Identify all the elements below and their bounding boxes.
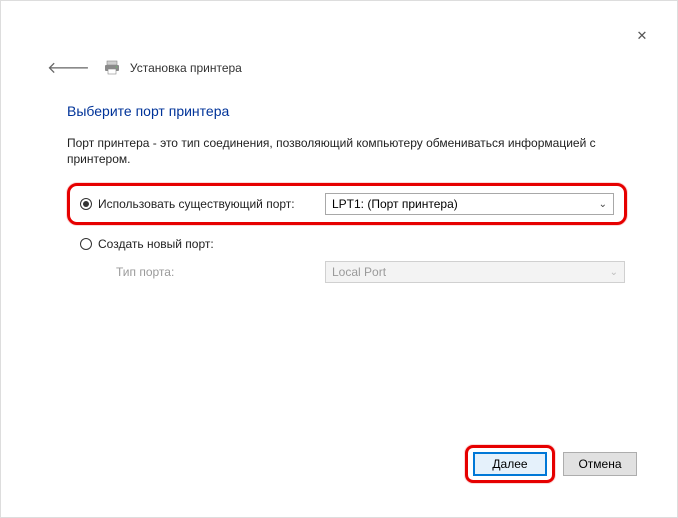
printer-wizard-window: ✕ 🡐 Установка принтера Выберите порт при… [29, 25, 655, 495]
create-new-port-row: Создать новый порт: [67, 237, 627, 251]
wizard-title: Установка принтера [130, 61, 242, 75]
next-button[interactable]: Далее [473, 452, 547, 476]
wizard-footer: Далее Отмена [465, 445, 637, 483]
port-type-value: Local Port [332, 265, 386, 279]
cancel-button[interactable]: Отмена [563, 452, 637, 476]
close-icon[interactable]: ✕ [635, 29, 649, 43]
port-options: Использовать существующий порт: LPT1: (П… [67, 183, 627, 283]
page-description: Порт принтера - это тип соединения, позв… [67, 135, 625, 167]
create-new-port-label: Создать новый порт: [98, 237, 214, 251]
wizard-header: 🡐 Установка принтера [43, 55, 242, 80]
use-existing-port-label: Использовать существующий порт: [98, 197, 295, 211]
back-arrow-icon[interactable]: 🡐 [43, 55, 94, 80]
radio-unchecked-icon [80, 238, 92, 250]
chevron-down-icon: ⌄ [610, 267, 618, 278]
port-type-select: Local Port ⌄ [325, 261, 625, 283]
port-type-label: Тип порта: [80, 265, 325, 279]
port-type-row: Тип порта: Local Port ⌄ [67, 261, 627, 283]
existing-port-value: LPT1: (Порт принтера) [332, 197, 458, 211]
next-button-label: Далее [492, 457, 527, 471]
next-button-highlight: Далее [465, 445, 555, 483]
use-existing-port-radio[interactable]: Использовать существующий порт: [80, 197, 325, 211]
chevron-down-icon: ⌄ [599, 199, 607, 210]
cancel-button-label: Отмена [578, 457, 621, 471]
radio-checked-icon [80, 198, 92, 210]
page-heading: Выберите порт принтера [67, 103, 229, 119]
existing-port-select[interactable]: LPT1: (Порт принтера) ⌄ [325, 193, 614, 215]
printer-icon [104, 60, 120, 76]
use-existing-port-row: Использовать существующий порт: LPT1: (П… [67, 183, 627, 225]
create-new-port-radio[interactable]: Создать новый порт: [80, 237, 325, 251]
